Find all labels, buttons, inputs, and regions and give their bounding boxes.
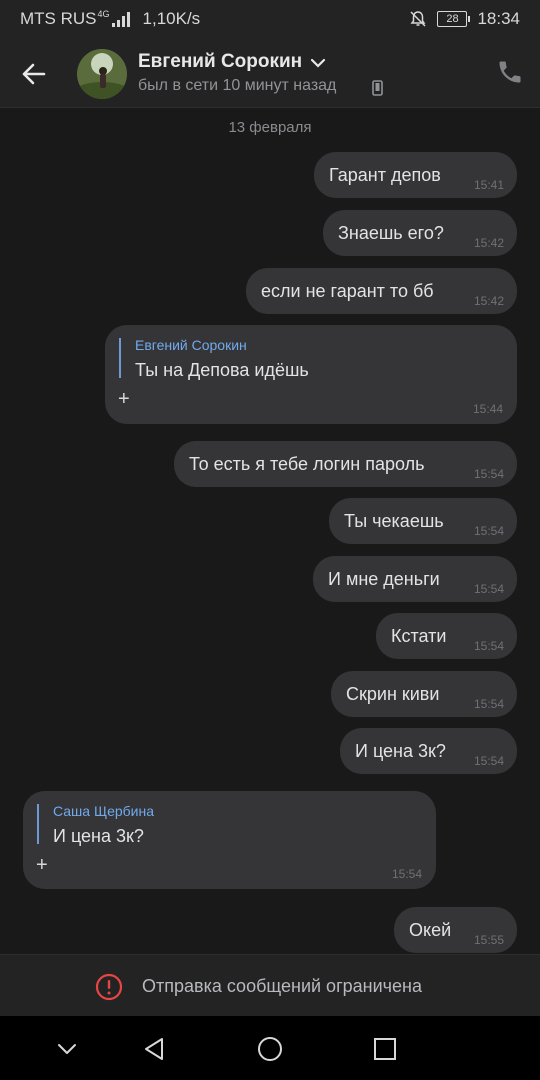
message-time: 15:41 [473, 178, 504, 192]
quoted-author[interactable]: Евгений Сорокин [135, 337, 247, 353]
network-type: 4G [97, 8, 110, 19]
nav-back-icon[interactable] [140, 1034, 170, 1064]
date-separator: 13 февраля [228, 119, 312, 136]
reply-message-bubble[interactable]: Саша Щербина И цена 3к? + 15:54 [23, 791, 436, 889]
contact-name[interactable]: Евгений Сорокин [138, 51, 302, 73]
back-arrow-icon[interactable] [18, 58, 50, 90]
message-text: Кстати [391, 626, 447, 646]
message-time: 15:54 [473, 582, 504, 596]
message-time: 15:54 [473, 754, 504, 768]
nav-recents-icon[interactable] [370, 1034, 400, 1064]
message-time: 15:42 [473, 294, 504, 308]
message-text: И цена 3к? [355, 741, 446, 761]
message-time: 15:54 [473, 524, 504, 538]
avatar-image [77, 49, 127, 99]
notifications-off-icon [410, 11, 426, 27]
message-bubble[interactable]: То есть я тебе логин пароль 15:54 [174, 441, 517, 487]
message-bubble[interactable]: И мне деньги 15:54 [313, 556, 517, 602]
message-time: 15:54 [391, 867, 422, 881]
status-bar: MTS RUS 4G 1,10K/s 28 18:34 [0, 0, 540, 38]
message-bubble[interactable]: Знаешь его? 15:42 [323, 210, 517, 256]
last-seen-status: был в сети 10 минут назад [138, 77, 337, 94]
message-list[interactable]: 13 февраля Гарант депов 15:41 Знаешь его… [0, 108, 540, 954]
message-bubble[interactable]: если не гарант то бб 15:42 [246, 268, 517, 314]
expand-plus-icon[interactable]: + [36, 855, 48, 875]
message-text: Знаешь его? [338, 223, 444, 243]
message-text: Ты чекаешь [344, 511, 444, 531]
screen: MTS RUS 4G 1,10K/s 28 18:34 Евгений Соро… [0, 0, 540, 1080]
carrier-label: MTS RUS [20, 9, 97, 28]
messaging-restricted-bar: Отправка сообщений ограничена [0, 954, 540, 1016]
phone-call-icon[interactable] [496, 58, 524, 86]
message-time: 15:55 [473, 933, 504, 947]
chevron-down-icon[interactable] [310, 58, 326, 68]
message-bubble[interactable]: Окей 15:55 [394, 907, 517, 953]
network-speed: 1,10K/s [142, 9, 201, 28]
message-time: 15:54 [473, 697, 504, 711]
message-bubble[interactable]: Гарант депов 15:41 [314, 152, 517, 198]
warning-icon [95, 973, 123, 1001]
message-text: если не гарант то бб [261, 281, 434, 301]
battery-indicator: 28 [437, 11, 471, 27]
restriction-message: Отправка сообщений ограничена [142, 976, 422, 996]
quoted-text: И цена 3к? [53, 826, 144, 846]
clock: 18:34 [477, 9, 520, 28]
message-bubble[interactable]: Ты чекаешь 15:54 [329, 498, 517, 544]
message-text: Гарант депов [329, 165, 441, 185]
message-bubble[interactable]: И цена 3к? 15:54 [340, 728, 517, 774]
expand-plus-icon[interactable]: + [118, 389, 130, 409]
quoted-author[interactable]: Саша Щербина [53, 803, 154, 819]
message-time: 15:44 [472, 402, 503, 416]
quote-bar [37, 804, 39, 844]
system-nav-bar [0, 1016, 540, 1080]
message-text: Скрин киви [346, 684, 440, 704]
message-time: 15:42 [473, 236, 504, 250]
quote-bar [119, 338, 121, 378]
message-time: 15:54 [473, 467, 504, 481]
message-text: То есть я тебе логин пароль [189, 454, 425, 474]
avatar[interactable] [77, 49, 127, 99]
nav-home-icon[interactable] [255, 1034, 285, 1064]
nav-down-icon[interactable] [52, 1034, 82, 1064]
quoted-text: Ты на Депова идёшь [135, 360, 309, 380]
reply-message-bubble[interactable]: Евгений Сорокин Ты на Депова идёшь + 15:… [105, 325, 517, 424]
chat-header: Евгений Сорокин был в сети 10 минут наза… [0, 38, 540, 108]
message-time: 15:54 [473, 639, 504, 653]
message-text: И мне деньги [328, 569, 440, 589]
message-text: Окей [409, 920, 452, 940]
message-bubble[interactable]: Кстати 15:54 [376, 613, 517, 659]
message-bubble[interactable]: Скрин киви 15:54 [331, 671, 517, 717]
phone-device-icon [372, 80, 383, 96]
battery-level: 28 [446, 13, 459, 25]
signal-icon [111, 11, 130, 27]
